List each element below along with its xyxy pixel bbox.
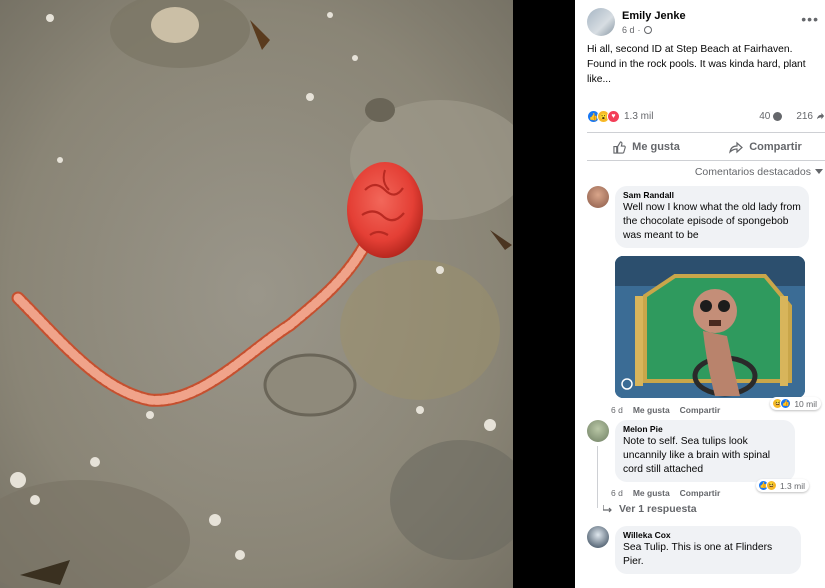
comment-like-button[interactable]: Me gusta bbox=[633, 488, 670, 498]
like-icon bbox=[613, 140, 626, 154]
author-name[interactable]: Emily Jenke bbox=[622, 10, 686, 22]
comment-text: Note to self. Sea tulips look uncannily … bbox=[623, 436, 771, 475]
globe-icon bbox=[643, 26, 652, 34]
comment-sort-dropdown[interactable]: Comentarios destacados bbox=[695, 166, 823, 178]
divider bbox=[587, 132, 825, 133]
avatar[interactable] bbox=[587, 526, 609, 548]
comment-share-button[interactable]: Compartir bbox=[680, 488, 721, 498]
like-button-label: Me gusta bbox=[632, 141, 680, 153]
reaction-count: 1.3 mil bbox=[624, 111, 654, 122]
haha-icon: 😆 bbox=[765, 480, 777, 491]
sea-tulip-photo bbox=[0, 0, 513, 588]
avatar[interactable] bbox=[587, 420, 609, 442]
comment-meta: 6 d Me gusta Compartir bbox=[611, 488, 720, 498]
spongebob-gif-image bbox=[615, 256, 805, 398]
post-panel: Emily Jenke 6 d · ••• Hi all, second ID … bbox=[575, 0, 825, 588]
comment-text: Well now I know what the old lady from t… bbox=[623, 202, 801, 241]
post-time[interactable]: 6 d bbox=[622, 25, 635, 35]
comment-reactions[interactable]: 👍 😆 1.3 mil bbox=[755, 479, 809, 492]
comment-text: Sea Tulip. This is one at Flinders Pier. bbox=[623, 542, 773, 567]
comment-bubble: Melon Pie Note to self. Sea tulips look … bbox=[615, 420, 795, 482]
love-icon: ♥ bbox=[607, 110, 620, 123]
view-replies-label: Ver 1 respuesta bbox=[619, 503, 697, 515]
comment-reaction-count: 1.3 mil bbox=[779, 480, 805, 491]
comment-bubble: Sam Randall Well now I know what the old… bbox=[615, 186, 809, 248]
comment-share-button[interactable]: Compartir bbox=[680, 405, 721, 415]
divider bbox=[587, 160, 825, 161]
share-button[interactable]: Compartir bbox=[706, 136, 825, 158]
post-body: Hi all, second ID at Step Beach at Fairh… bbox=[587, 44, 806, 85]
like-icon: 👍 bbox=[780, 398, 792, 409]
share-icon bbox=[729, 141, 744, 154]
post-photo[interactable] bbox=[0, 0, 513, 588]
comment-bubble: Willeka Cox Sea Tulip. This is one at Fl… bbox=[615, 526, 801, 574]
share-button-label: Compartir bbox=[749, 141, 802, 153]
comment-gif[interactable] bbox=[615, 256, 805, 398]
post-stats: 👍 😮 ♥ 1.3 mil 40 216 bbox=[587, 108, 825, 126]
comment-sort-label: Comentarios destacados bbox=[694, 166, 811, 178]
post-header: Emily Jenke 6 d · ••• bbox=[587, 8, 825, 40]
post-meta: 6 d · bbox=[622, 25, 652, 35]
comment-time[interactable]: 6 d bbox=[611, 488, 623, 498]
comment-meta: 6 d Me gusta Compartir bbox=[611, 405, 720, 415]
more-icon[interactable]: ••• bbox=[801, 12, 819, 26]
commenter-name[interactable]: Sam Randall bbox=[623, 190, 801, 200]
commenter-name[interactable]: Willeka Cox bbox=[623, 530, 793, 540]
comment-count[interactable]: 40 bbox=[759, 111, 770, 122]
post-actions: Me gusta Compartir bbox=[587, 136, 825, 158]
commenter-name[interactable]: Melon Pie bbox=[623, 424, 787, 434]
share-count[interactable]: 216 bbox=[796, 111, 813, 122]
view-replies-button[interactable]: Ver 1 respuesta bbox=[603, 503, 697, 515]
comment-time[interactable]: 6 d bbox=[611, 405, 623, 415]
comment-reactions[interactable]: 😆 👍 10 mil bbox=[770, 397, 821, 410]
like-button[interactable]: Me gusta bbox=[587, 136, 706, 158]
comment-reaction-count: 10 mil bbox=[794, 398, 817, 409]
comment-icon bbox=[773, 112, 783, 121]
photo-divider bbox=[513, 0, 575, 588]
comment-like-button[interactable]: Me gusta bbox=[633, 405, 670, 415]
avatar[interactable] bbox=[587, 186, 609, 208]
author-avatar[interactable] bbox=[587, 8, 615, 36]
chevron-down-icon bbox=[815, 169, 823, 174]
reply-arrow-icon bbox=[603, 505, 612, 513]
comment-item: Willeka Cox Sea Tulip. This is one at Fl… bbox=[587, 526, 825, 588]
share-icon bbox=[816, 112, 825, 120]
engagement-counts: 40 216 bbox=[759, 111, 825, 122]
reactions-summary[interactable]: 👍 😮 ♥ 1.3 mil bbox=[587, 110, 653, 123]
